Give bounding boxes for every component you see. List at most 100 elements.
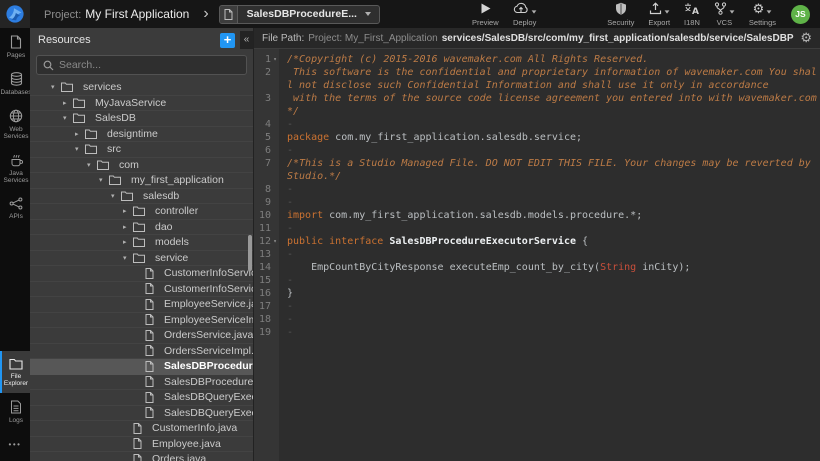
security-button[interactable]: Security	[607, 2, 634, 27]
code-line-3[interactable]: 3 with the terms of the source code lice…	[254, 92, 820, 118]
tree-folder-salesdb[interactable]: ▾ salesdb	[30, 189, 253, 205]
tree-folder-dao[interactable]: ▸dao	[30, 220, 253, 236]
tree-folder-com[interactable]: ▾com	[30, 158, 253, 174]
sidebar-more-button[interactable]: •••	[0, 430, 30, 461]
code-line-7[interactable]: 7/*This is a Studio Managed File. DO NOT…	[254, 157, 820, 183]
tree-file-CustomerInfoServiceImpl.j[interactable]: CustomerInfoServiceImpl.j	[30, 282, 253, 298]
i18n-button[interactable]: A I18N	[684, 2, 700, 27]
tree-folder-models[interactable]: ▸models	[30, 235, 253, 251]
tree-folder-service[interactable]: ▾service	[30, 251, 253, 267]
tree-expand-icon[interactable]: ▾	[87, 161, 97, 169]
breadcrumb-chevron-icon: ›	[203, 0, 208, 28]
tree-file-Orders.java[interactable]: Orders.java	[30, 452, 253, 461]
vcs-button[interactable]: VCS	[714, 2, 735, 27]
tree-file-OrdersServiceImpl.java[interactable]: OrdersServiceImpl.java	[30, 344, 253, 360]
sidebar-item-java-services[interactable]: Java Services	[0, 146, 30, 190]
tree-item-label: Orders.java	[152, 453, 206, 461]
code-line-17[interactable]: 17-	[254, 300, 820, 313]
user-avatar[interactable]: JS	[791, 5, 810, 24]
tree-folder-src[interactable]: ▾src	[30, 142, 253, 158]
tree-file-EmployeeServiceImpl.java[interactable]: EmployeeServiceImpl.java	[30, 313, 253, 329]
tree-expand-icon[interactable]: ▸	[123, 207, 133, 215]
tree-expand-icon[interactable]: ▾	[51, 83, 61, 91]
tree-expand-icon[interactable]: ▸	[63, 99, 73, 107]
tree-folder-MyJavaService[interactable]: ▸MyJavaService	[30, 96, 253, 112]
tree-file-SalesDBProcedureExecuto[interactable]: SalesDBProcedureExecuto	[30, 375, 253, 391]
code-line-8[interactable]: 8-	[254, 183, 820, 196]
whitespace-marker: -	[287, 249, 293, 260]
databases-icon	[10, 72, 23, 86]
tree-folder-my_first_application[interactable]: ▾my_first_application	[30, 173, 253, 189]
sidebar-item-web-services[interactable]: Web Services	[0, 102, 30, 146]
code-line-4[interactable]: 4-	[254, 118, 820, 131]
resource-search[interactable]	[36, 55, 247, 75]
folder-icon	[85, 144, 97, 154]
top-bar: Project:My First Application › SalesDBPr…	[0, 0, 820, 28]
tree-expand-icon[interactable]: ▾	[75, 145, 85, 153]
tree-expand-icon[interactable]: ▸	[75, 130, 85, 138]
code-line-2[interactable]: 2 This software is the confidential and …	[254, 66, 820, 92]
code-text: -	[279, 222, 820, 235]
code-editor[interactable]: 1▾/*Copyright (c) 2015-2016 wavemaker.co…	[254, 49, 820, 461]
project-name: My First Application	[85, 7, 189, 21]
sidebar-item-apis[interactable]: APIs	[0, 190, 30, 226]
code-line-15[interactable]: 15-	[254, 274, 820, 287]
code-line-10[interactable]: 10import com.my_first_application.salesd…	[254, 209, 820, 222]
whitespace-marker: -	[287, 327, 293, 338]
deploy-button[interactable]: Deploy	[513, 2, 537, 27]
tree-file-OrdersService.java[interactable]: OrdersService.java	[30, 328, 253, 344]
code-line-14[interactable]: 14 EmpCountByCityResponse executeEmp_cou…	[254, 261, 820, 274]
search-input[interactable]	[59, 59, 240, 71]
code-line-12[interactable]: 12▾public interface SalesDBProcedureExec…	[254, 235, 820, 248]
tree-folder-controller[interactable]: ▸controller	[30, 204, 253, 220]
code-line-1[interactable]: 1▾/*Copyright (c) 2015-2016 wavemaker.co…	[254, 53, 820, 66]
fold-gutter	[271, 209, 279, 222]
tree-file-EmployeeService.java[interactable]: EmployeeService.java	[30, 297, 253, 313]
tree-file-Employee.java[interactable]: Employee.java	[30, 437, 253, 453]
sidebar-item-pages[interactable]: Pages	[0, 28, 30, 65]
tree-file-SalesDBProcedureExecuto[interactable]: SalesDBProcedureExecuto	[30, 359, 253, 375]
editor-settings-gear-icon[interactable]: ⚙	[800, 30, 812, 46]
sidebar-item-databases[interactable]: Databases	[0, 65, 30, 102]
tree-folder-designtime[interactable]: ▸designtime	[30, 127, 253, 143]
line-number: 5	[254, 131, 271, 144]
run-actions: Preview Deploy	[465, 2, 544, 27]
preview-button[interactable]: Preview	[472, 2, 499, 27]
java-services-icon	[10, 153, 23, 167]
tree-expand-icon[interactable]: ▸	[123, 223, 133, 231]
tree-file-SalesDBQueryExecutorSer[interactable]: SalesDBQueryExecutorSer	[30, 390, 253, 406]
file-icon	[145, 345, 154, 356]
tree-folder-services[interactable]: ▾services	[30, 80, 253, 96]
code-line-11[interactable]: 11-	[254, 222, 820, 235]
tree-file-CustomerInfoService.java[interactable]: CustomerInfoService.java	[30, 266, 253, 282]
tree-file-CustomerInfo.java[interactable]: CustomerInfo.java	[30, 421, 253, 437]
code-line-9[interactable]: 9-	[254, 196, 820, 209]
code-line-16[interactable]: 16}	[254, 287, 820, 300]
wavemaker-logo[interactable]	[0, 0, 30, 28]
tree-expand-icon[interactable]: ▸	[123, 238, 133, 246]
collapse-panel-button[interactable]: «	[240, 31, 253, 49]
code-line-19[interactable]: 19-	[254, 326, 820, 339]
code-line-5[interactable]: 5package com.my_first_application.salesd…	[254, 131, 820, 144]
code-line-18[interactable]: 18-	[254, 313, 820, 326]
tree-expand-icon[interactable]: ▾	[123, 254, 133, 262]
fold-marker-icon[interactable]: ▾	[271, 235, 279, 248]
code-line-13[interactable]: 13-	[254, 248, 820, 261]
file-icon	[145, 392, 154, 403]
settings-button[interactable]: ⚙ Settings	[749, 2, 776, 27]
add-resource-button[interactable]: +	[220, 33, 235, 48]
export-button[interactable]: Export	[648, 2, 670, 27]
tree-item-label: salesdb	[143, 190, 179, 202]
open-file-dropdown[interactable]: SalesDBProcedureE...	[219, 5, 380, 24]
tree-file-SalesDBQueryExecutorSer[interactable]: SalesDBQueryExecutorSer	[30, 406, 253, 422]
tree-expand-icon[interactable]: ▾	[99, 176, 109, 184]
code-line-6[interactable]: 6-	[254, 144, 820, 157]
fold-marker-icon[interactable]: ▾	[271, 53, 279, 66]
tree-expand-icon[interactable]: ▾	[111, 192, 121, 200]
tree-expand-icon[interactable]: ▾	[63, 114, 73, 122]
line-number: 17	[254, 300, 271, 313]
sidebar-item-logs[interactable]: Logs	[0, 393, 30, 430]
sidebar-item-file-explorer[interactable]: File Explorer	[0, 351, 30, 393]
tree-scrollbar-thumb[interactable]	[248, 235, 252, 271]
tree-folder-SalesDB[interactable]: ▾SalesDB	[30, 111, 253, 127]
